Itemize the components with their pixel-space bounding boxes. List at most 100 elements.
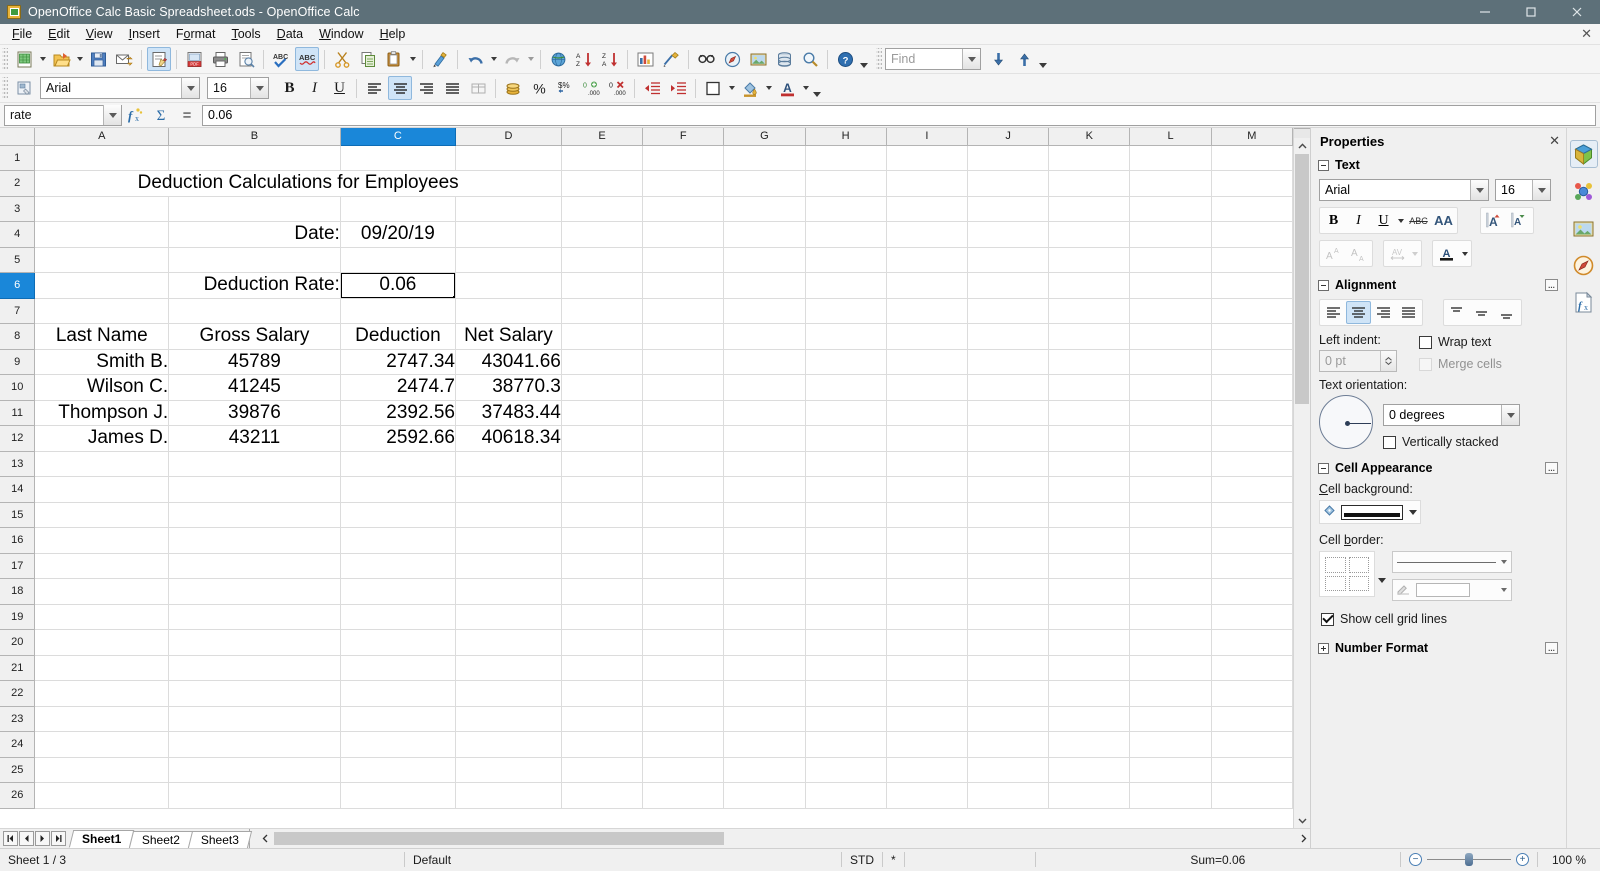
cell-K4[interactable] [1048,221,1131,248]
cell-H5[interactable] [805,247,887,273]
menu-edit[interactable]: Edit [40,25,78,43]
cell-D26[interactable] [455,782,562,809]
show-grid-lines-checkbox[interactable] [1321,612,1334,626]
cell-H26[interactable] [805,782,887,809]
column-header-l[interactable]: L [1129,128,1212,146]
borders-icon[interactable] [701,76,725,100]
column-header-h[interactable]: H [805,128,887,146]
cell-A23[interactable] [34,706,170,732]
column-header-d[interactable]: D [455,128,562,146]
cell-H16[interactable] [805,527,887,554]
cell-K7[interactable] [1048,298,1131,324]
cell-J17[interactable] [967,553,1050,579]
cell-G22[interactable] [723,680,806,707]
subscript-icon[interactable]: AA [1346,242,1371,265]
cell-A1[interactable] [34,145,170,171]
find-toolbar-grip[interactable] [876,48,882,70]
cell-E26[interactable] [561,782,644,809]
sort-ascending-icon[interactable]: AZ [572,47,596,71]
redo-dropdown[interactable] [525,47,536,71]
section-cell-appearance-header[interactable]: Cell Appearance ... [1311,457,1566,479]
sidebar-font-size-combo[interactable]: 16 [1495,179,1551,201]
cell-C12[interactable]: 2592.66 [340,425,456,452]
cell-K12[interactable] [1048,425,1131,452]
cell-K22[interactable] [1048,680,1131,707]
cell-B10[interactable]: 41245 [168,374,341,401]
cell-K3[interactable] [1048,196,1131,222]
cell-I21[interactable] [886,655,968,681]
cell-M17[interactable] [1211,553,1293,579]
format-currency-icon[interactable] [501,76,525,100]
background-color-dropdown[interactable] [763,76,774,100]
cell-F18[interactable] [642,578,725,605]
zoom-slider-thumb[interactable] [1465,853,1473,866]
cell-D11[interactable]: 37483.44 [455,400,562,426]
cell-I24[interactable] [886,731,968,758]
cell-E7[interactable] [561,298,644,324]
cell-M3[interactable] [1211,196,1293,222]
cell-M13[interactable] [1211,451,1293,477]
find-previous-icon[interactable] [1012,47,1036,71]
cell-B5[interactable] [168,247,341,273]
cell-F7[interactable] [642,298,725,324]
cell-I14[interactable] [886,476,968,503]
cell-I1[interactable] [886,145,968,171]
cell-A7[interactable] [34,298,170,324]
align-top-icon[interactable] [1445,301,1470,324]
vertically-stacked-checkbox[interactable] [1383,435,1396,449]
cell-K13[interactable] [1048,451,1131,477]
cell-J25[interactable] [967,757,1050,783]
column-header-i[interactable]: I [886,128,968,146]
cell-I22[interactable] [886,680,968,707]
document-modified-status[interactable]: * [883,849,904,871]
row-header-2[interactable]: 2 [0,170,36,197]
styles-and-formatting-icon[interactable] [12,76,36,100]
cell-M5[interactable] [1211,247,1293,273]
cell-I19[interactable] [886,604,968,630]
last-sheet-button[interactable] [51,831,66,846]
sidebar-strikethrough-button[interactable]: ABC [1406,209,1431,232]
cell-J10[interactable] [967,374,1050,401]
cell-J14[interactable] [967,476,1050,503]
cell-K24[interactable] [1048,731,1131,758]
cell-I23[interactable] [886,706,968,732]
cell-F25[interactable] [642,757,725,783]
cell-M4[interactable] [1211,221,1293,248]
cell-background-control[interactable] [1319,500,1421,524]
cell-M9[interactable] [1211,349,1293,375]
cell-L13[interactable] [1129,451,1212,477]
cell-K1[interactable] [1048,145,1131,171]
cell-D20[interactable] [455,629,562,656]
cell-B17[interactable] [168,553,341,579]
cell-J4[interactable] [967,221,1050,248]
borders-dropdown[interactable] [726,76,737,100]
cell-K17[interactable] [1048,553,1131,579]
cell-L19[interactable] [1129,604,1212,630]
column-header-g[interactable]: G [723,128,806,146]
cell-A15[interactable] [34,502,170,528]
formula-input-line[interactable]: 0.06 [202,104,1596,126]
cell-D23[interactable] [455,706,562,732]
delete-decimal-place-icon[interactable]: 0.000 [605,76,629,100]
gallery-icon[interactable] [1570,214,1598,242]
align-left-icon[interactable] [362,76,386,100]
cell-E6[interactable] [561,272,644,299]
decrease-font-size-icon[interactable]: A [1507,209,1532,232]
cell-M12[interactable] [1211,425,1293,452]
cell-D13[interactable] [455,451,562,477]
cell-G20[interactable] [723,629,806,656]
cell-G11[interactable] [723,400,806,426]
cell-I3[interactable] [886,196,968,222]
cell-B20[interactable] [168,629,341,656]
font-size-combo[interactable]: 16 [207,77,269,99]
cell-border-picker[interactable] [1319,551,1375,597]
row-header-25[interactable]: 25 [0,757,36,783]
cell-F22[interactable] [642,680,725,707]
cell-H12[interactable] [805,425,887,452]
cell-A4[interactable] [34,221,170,248]
cell-H13[interactable] [805,451,887,477]
cell-E11[interactable] [561,400,644,426]
cell-M10[interactable] [1211,374,1293,401]
fill-handle[interactable] [452,295,455,298]
undo-icon[interactable] [463,47,487,71]
